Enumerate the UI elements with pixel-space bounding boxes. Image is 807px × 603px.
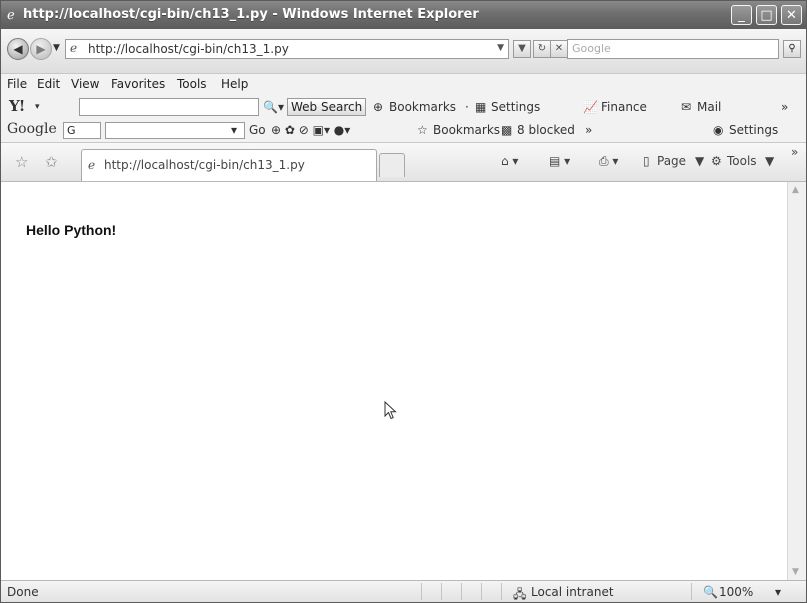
address-toolbar: ◀ ▶ ▼ ℯ http://localhost/cgi-bin/ch13_1.… [1,29,806,74]
page-icon: ℯ [70,41,78,55]
add-favorites-icon[interactable]: ✩ [45,153,58,171]
yahoo-logo[interactable]: Y! [9,97,25,115]
minimize-button[interactable]: _ [731,5,752,25]
google-overflow-button[interactable]: » [585,123,592,137]
page-content: Hello Python! [1,182,787,580]
tab-page-icon: ℯ [88,158,96,172]
new-tab-button[interactable] [379,153,405,177]
page-text: Hello Python! [26,222,117,238]
tools-menu-dropdown[interactable]: ▼ [765,154,774,168]
address-bar[interactable]: ℯ http://localhost/cgi-bin/ch13_1.py ▼ [65,39,509,59]
back-button[interactable]: ◀ [7,38,29,60]
status-divider [461,583,462,600]
menu-tools[interactable]: Tools [177,77,207,91]
menu-favorites[interactable]: Favorites [111,77,165,91]
status-divider [691,583,692,600]
address-url: http://localhost/cgi-bin/ch13_1.py [88,42,289,56]
menu-view[interactable]: View [71,77,99,91]
tab-active[interactable]: ℯ http://localhost/cgi-bin/ch13_1.py [81,149,377,181]
tools-menu-button[interactable]: Tools [727,154,757,168]
vertical-scrollbar[interactable]: ▲ ▼ [787,182,806,580]
finance-icon: 📈 [583,100,598,114]
tools-gear-icon: ⚙ [711,154,722,168]
search-placeholder: Google [572,42,611,55]
google-logo: Google [7,121,57,137]
separator-dot: · [465,100,469,114]
address-dropdown-icon[interactable]: ▼ [497,43,504,53]
command-overflow-button[interactable]: » [791,145,798,159]
zoom-dropdown[interactable]: ▾ [775,585,781,599]
window-title: http://localhost/cgi-bin/ch13_1.py - Win… [23,7,479,22]
google-go-button[interactable]: Go [249,123,266,137]
status-bar: Done 🖧 Local intranet 🔍 100% ▾ [1,580,806,602]
zoom-icon: 🔍 [703,585,718,599]
yahoo-menu-dropdown[interactable]: ▾ [35,102,40,112]
google-menu-button[interactable]: G [63,122,101,139]
mail-icon: ✉ [681,100,692,114]
title-bar: ℯ http://localhost/cgi-bin/ch13_1.py - W… [1,1,806,29]
status-text: Done [7,585,39,599]
yahoo-bookmarks-button[interactable]: Bookmarks [389,100,456,114]
search-icon[interactable]: ⚲ [783,40,801,58]
menu-help[interactable]: Help [221,77,248,91]
star-icon: ☆ [417,123,428,137]
yahoo-toolbar: Y! ▾ 🔍▾ Web Search ⊕ Bookmarks · ▦ Setti… [1,96,806,118]
yahoo-search-input[interactable] [79,98,259,116]
intranet-icon: 🖧 [513,587,527,601]
yahoo-mail-button[interactable]: Mail [697,100,721,114]
favorites-center-icon[interactable]: ☆ [15,153,28,171]
mouse-pointer-icon [384,401,397,420]
refresh-icon[interactable]: ↻ [533,40,551,58]
menu-bar: File Edit View Favorites Tools Help [1,74,806,96]
settings-icon: ▦ [475,100,487,114]
magnifier-icon[interactable]: 🔍▾ [263,100,284,114]
feeds-icon[interactable]: ▤ ▾ [549,154,570,168]
menu-file[interactable]: File [7,77,27,91]
browser-window: ℯ http://localhost/cgi-bin/ch13_1.py - W… [0,0,807,603]
scroll-down-icon[interactable]: ▼ [792,567,799,577]
status-divider [501,583,502,600]
search-input[interactable]: Google [567,39,779,59]
maximize-button[interactable]: □ [756,5,777,25]
google-settings-icon: ◉ [713,123,724,137]
yahoo-finance-button[interactable]: Finance [601,100,647,114]
google-toolbar: Google G ▾ Go ⊕ ✿ ⊘ ▣▾ ●▾ ☆ Bookmarks ▩ … [1,118,806,143]
google-tool-icons[interactable]: ⊕ ✿ ⊘ ▣▾ ●▾ [271,123,350,137]
menu-edit[interactable]: Edit [37,77,60,91]
yahoo-overflow-button[interactable]: » [781,100,788,114]
security-zone: Local intranet [531,585,614,599]
page-menu-dropdown[interactable]: ▼ [695,154,704,168]
bookmark-plus-icon: ⊕ [373,100,384,114]
status-divider [441,583,442,600]
address-dropdown-button[interactable]: ▼ [513,40,531,58]
google-search-dropdown[interactable]: ▾ [231,123,237,137]
popup-blocker-icon: ▩ [501,123,513,137]
status-divider [421,583,422,600]
yahoo-settings-button[interactable]: Settings [491,100,540,114]
page-menu-button[interactable]: Page [657,154,686,168]
google-search-input[interactable] [105,122,245,139]
zoom-level[interactable]: 100% [719,585,753,599]
print-icon[interactable]: ⎙ ▾ [599,154,618,169]
forward-button[interactable]: ▶ [30,38,52,60]
google-bookmarks-button[interactable]: Bookmarks [433,123,500,137]
popup-blocker-button[interactable]: 8 blocked [517,123,575,137]
recent-pages-dropdown[interactable]: ▼ [53,43,60,53]
status-divider [481,583,482,600]
scroll-up-icon[interactable]: ▲ [792,185,799,195]
close-button[interactable]: ✕ [781,5,802,25]
stop-icon[interactable]: ✕ [550,40,568,58]
page-icon-cmd: ▯ [643,154,650,168]
tab-label: http://localhost/cgi-bin/ch13_1.py [104,158,305,172]
home-icon[interactable]: ⌂ ▾ [501,154,518,168]
tab-command-row: ☆ ✩ ℯ http://localhost/cgi-bin/ch13_1.py… [1,143,806,182]
google-settings-button[interactable]: Settings [729,123,778,137]
web-search-button[interactable]: Web Search [287,98,367,116]
ie-logo-icon: ℯ [7,8,15,23]
